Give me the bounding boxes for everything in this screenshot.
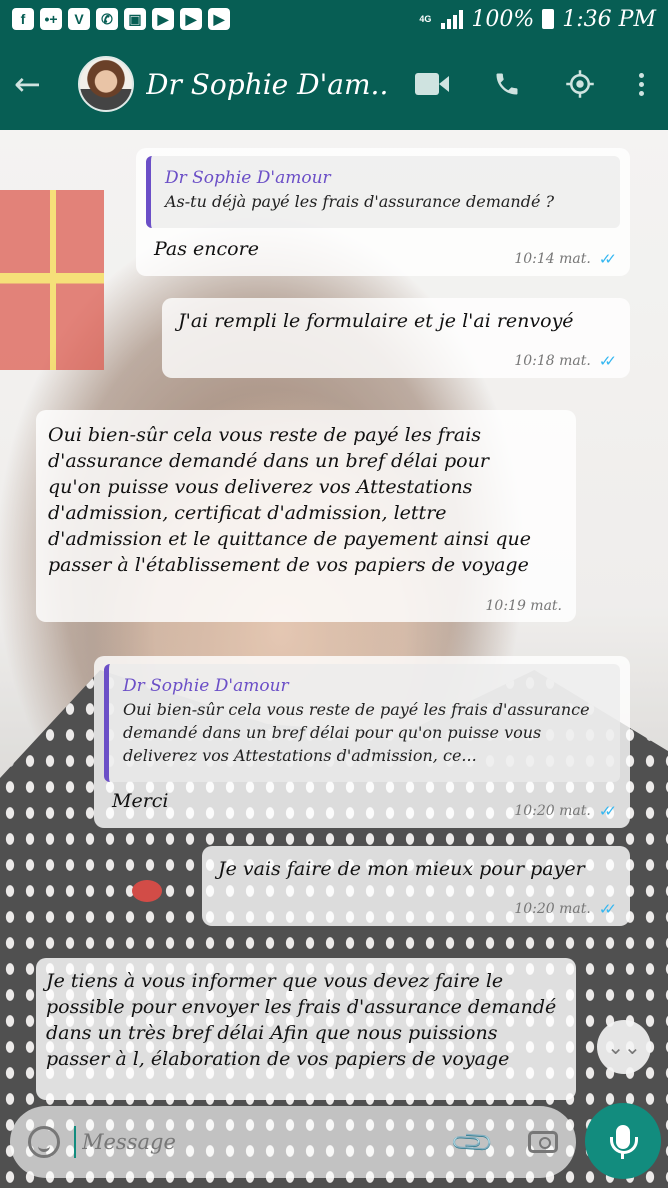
scroll-down-button[interactable]: ⌄⌄ xyxy=(597,1020,651,1074)
clock: 1:36 PM xyxy=(562,6,656,32)
microphone-icon xyxy=(610,1125,638,1159)
read-ticks-icon: ✓✓ xyxy=(598,802,617,820)
read-ticks-icon: ✓✓ xyxy=(598,352,617,370)
phone-icon[interactable] xyxy=(493,70,521,98)
camera-icon[interactable] xyxy=(528,1131,558,1153)
gallery-icon: ▣ xyxy=(124,8,146,30)
chat-header: ← Dr Sophie D'am... xyxy=(0,38,668,130)
message-bubble-outgoing[interactable]: J'ai rempli le formulaire et je l'ai ren… xyxy=(162,298,630,378)
location-icon[interactable] xyxy=(565,69,595,99)
status-bar: f •+ V ✆ ▣ ▶ ▶ ▶ 4G 100% 1:36 PM xyxy=(0,0,668,38)
message-time: 10:18 mat. xyxy=(514,353,591,369)
message-bubble-outgoing[interactable]: Dr Sophie D'amour Oui bien-sûr cela vous… xyxy=(94,656,630,828)
message-time: 10:20 mat. xyxy=(514,803,591,819)
message-bubble-incoming[interactable]: Oui bien-sûr cela vous reste de payé les… xyxy=(36,410,576,622)
voice-record-button[interactable] xyxy=(585,1103,661,1179)
message-input[interactable] xyxy=(74,1126,446,1158)
message-time: 10:14 mat. xyxy=(514,251,591,267)
message-text: Je tiens à vous informer que vous devez … xyxy=(46,970,557,1070)
battery-percent: 100% xyxy=(471,6,535,32)
message-bubble-outgoing[interactable]: Dr Sophie D'amour As-tu déjà payé les fr… xyxy=(136,148,630,276)
message-composer: 📎 xyxy=(10,1106,576,1178)
quoted-author: Dr Sophie D'amour xyxy=(165,168,331,188)
contact-name[interactable]: Dr Sophie D'am... xyxy=(146,68,386,101)
viber-icon: V xyxy=(68,8,90,30)
message-time: 10:20 mat. xyxy=(514,901,591,917)
video-call-icon[interactable] xyxy=(415,73,449,95)
quoted-author: Dr Sophie D'amour xyxy=(123,676,289,696)
battery-icon xyxy=(542,9,555,29)
friend-request-icon: •+ xyxy=(40,8,62,30)
network-type: 4G xyxy=(419,13,432,24)
message-text: Je vais faire de mon mieux pour payer xyxy=(218,858,585,880)
message-text: J'ai rempli le formulaire et je l'ai ren… xyxy=(178,310,574,332)
signal-icon xyxy=(441,9,464,29)
youtube-icon: ▶ xyxy=(208,8,230,30)
emoji-icon[interactable] xyxy=(28,1126,60,1158)
quoted-message[interactable]: Dr Sophie D'amour Oui bien-sûr cela vous… xyxy=(104,664,620,782)
whatsapp-icon: ✆ xyxy=(96,8,118,30)
paperclip-icon[interactable]: 📎 xyxy=(449,1118,497,1166)
message-text: Oui bien-sûr cela vous reste de payé les… xyxy=(48,424,532,576)
youtube-icon: ▶ xyxy=(180,8,202,30)
quoted-text: Oui bien-sûr cela vous reste de payé les… xyxy=(123,700,590,765)
facebook-icon: f xyxy=(12,8,34,30)
avatar[interactable] xyxy=(78,56,134,112)
read-ticks-icon: ✓✓ xyxy=(598,900,617,918)
message-time: 10:19 mat. xyxy=(485,598,563,614)
quoted-text: As-tu déjà payé les frais d'assurance de… xyxy=(165,192,555,211)
more-options-icon[interactable] xyxy=(639,72,644,96)
message-bubble-outgoing[interactable]: Je vais faire de mon mieux pour payer 10… xyxy=(202,846,630,926)
read-ticks-icon: ✓✓ xyxy=(598,250,617,268)
notification-icons: f •+ V ✆ ▣ ▶ ▶ ▶ xyxy=(12,8,230,30)
message-bubble-incoming[interactable]: Je tiens à vous informer que vous devez … xyxy=(36,958,576,1100)
quoted-message[interactable]: Dr Sophie D'amour As-tu déjà payé les fr… xyxy=(146,156,620,228)
back-arrow-icon[interactable]: ← xyxy=(14,65,64,103)
youtube-icon: ▶ xyxy=(152,8,174,30)
